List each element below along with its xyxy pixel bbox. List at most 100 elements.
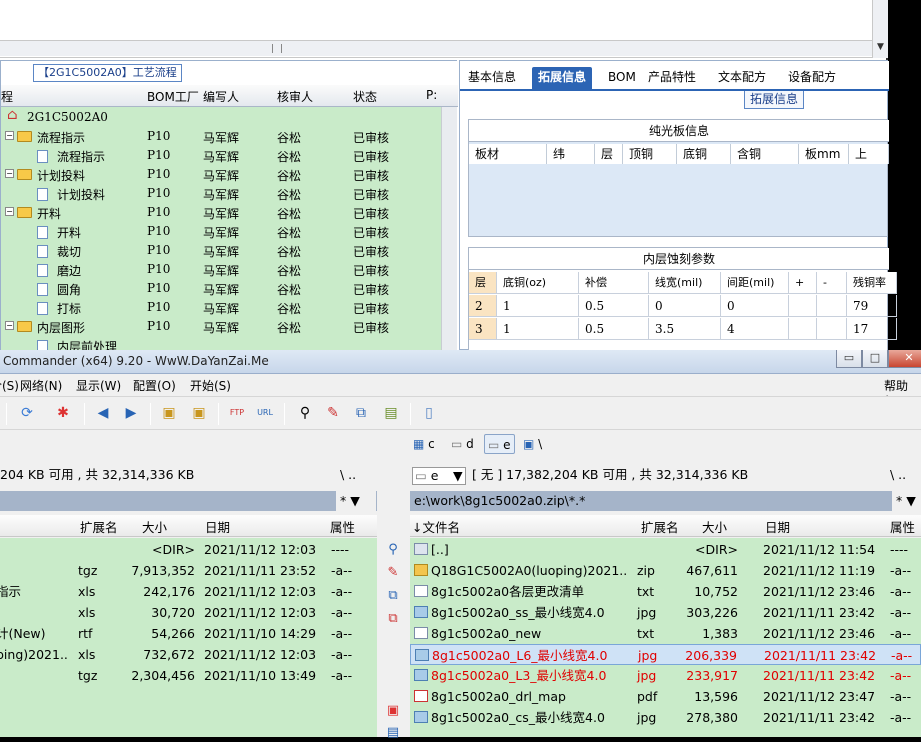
pack-files-icon[interactable]: ▣ bbox=[384, 702, 402, 720]
board-col-header[interactable]: 含铜 bbox=[731, 144, 799, 164]
board-col-header[interactable]: 板材 bbox=[469, 144, 547, 164]
right-root-parent[interactable]: \ .. bbox=[890, 464, 906, 486]
board-col-header[interactable]: 纬 bbox=[547, 144, 595, 164]
etch-cell[interactable]: 1 bbox=[497, 295, 579, 317]
etch-col-header[interactable]: + bbox=[789, 272, 817, 294]
left-col-size[interactable]: 大小 bbox=[142, 517, 167, 536]
notepad-icon[interactable]: ▯ bbox=[420, 404, 438, 422]
right-path-bar[interactable]: e:\work\8g1c5002a0.zip\*.* * ▼ bbox=[410, 491, 921, 511]
maximize-button[interactable]: □ bbox=[862, 350, 888, 368]
etch-col-header[interactable]: 底铜(oz) bbox=[497, 272, 579, 294]
copy-names-icon[interactable]: ▤ bbox=[382, 404, 400, 422]
right-col-attr[interactable]: 属性 bbox=[890, 517, 915, 536]
board-col-header[interactable]: 底铜 bbox=[677, 144, 731, 164]
tree-vertical-scrollbar[interactable] bbox=[441, 107, 457, 351]
menu-config[interactable]: 配置(O) bbox=[133, 377, 176, 394]
left-file-row[interactable]: xls 30,720 2021/11/12 12:03 -a-- bbox=[0, 602, 377, 623]
etch-col-header[interactable]: 补偿 bbox=[579, 272, 649, 294]
right-drive-dropdown[interactable]: ▭ e ▼ bbox=[412, 467, 466, 485]
tab-0[interactable]: 基本信息 bbox=[462, 67, 522, 91]
etch-cell[interactable] bbox=[789, 318, 817, 340]
tab-1[interactable]: 拓展信息 bbox=[532, 67, 593, 91]
left-file-row[interactable]: ping)2021.. xls 732,672 2021/11/12 12:03 -a-… bbox=[0, 644, 377, 665]
tab-4[interactable]: 文本配方 bbox=[712, 67, 772, 91]
left-col-ext[interactable]: 扩展名 bbox=[80, 517, 118, 536]
right-col-name[interactable]: ↓文件名 bbox=[412, 517, 460, 536]
sync-dirs-icon[interactable]: ⧉ bbox=[352, 404, 370, 422]
menu-show[interactable]: 显示(W) bbox=[76, 377, 121, 394]
select-files-icon[interactable]: ✱ bbox=[54, 404, 72, 422]
board-col-header[interactable]: 上 bbox=[849, 144, 889, 164]
etch-col-header[interactable]: 间距(mil) bbox=[721, 272, 789, 294]
etch-cell[interactable]: 3 bbox=[469, 318, 497, 340]
tree-row[interactable]: − 内层图形 P10 马军辉 谷松 已审核 bbox=[1, 317, 441, 336]
left-file-row[interactable]: tgz 2,304,456 2021/11/10 13:49 -a-- bbox=[0, 665, 377, 686]
left-file-row[interactable]: tgz 7,913,352 2021/11/11 23:52 -a-- bbox=[0, 560, 377, 581]
drive-c-button[interactable]: ▦ c bbox=[410, 434, 438, 454]
right-col-size[interactable]: 大小 bbox=[702, 517, 727, 536]
right-col-ext[interactable]: 扩展名 bbox=[641, 517, 679, 536]
tree-row[interactable]: 计划投料 P10 马军辉 谷松 已审核 bbox=[1, 184, 441, 203]
left-file-row[interactable]: 计(New) rtf 54,266 2021/11/10 14:29 -a-- bbox=[0, 623, 377, 644]
etch-cell[interactable] bbox=[817, 295, 847, 317]
etch-col-header[interactable]: 线宽(mil) bbox=[649, 272, 721, 294]
right-file-row[interactable]: 8g1c5002a0_drl_map pdf 13,596 2021/11/12 23… bbox=[410, 686, 921, 707]
tree-row[interactable]: 磨边 P10 马军辉 谷松 已审核 bbox=[1, 260, 441, 279]
tree-col-bom[interactable]: BOM工厂 bbox=[147, 88, 199, 105]
close-button[interactable]: ✕ bbox=[888, 350, 921, 368]
etch-cell[interactable]: 4 bbox=[721, 318, 789, 340]
right-file-row[interactable]: 8g1c5002a0_L3_最小线宽4.0 jpg 233,917 2021/11/1… bbox=[410, 665, 921, 686]
tree-col-reviewer[interactable]: 核审人 bbox=[277, 88, 313, 105]
url-icon[interactable]: URL bbox=[256, 404, 274, 422]
right-file-row[interactable]: [..] <DIR> 2021/11/12 11:54 ---- bbox=[410, 539, 921, 560]
expand-collapse-icon[interactable]: − bbox=[5, 131, 14, 140]
board-col-header[interactable]: 顶铜 bbox=[623, 144, 677, 164]
minimize-button[interactable]: ▭ bbox=[836, 350, 862, 368]
multi-rename-icon[interactable]: ✎ bbox=[324, 404, 342, 422]
network-drive-button[interactable]: ▣ \ bbox=[520, 434, 545, 454]
edit-icon[interactable]: ✎ bbox=[384, 564, 402, 582]
left-filter[interactable]: * ▼ bbox=[336, 491, 376, 511]
tree-row[interactable]: 裁切 P10 马军辉 谷松 已审核 bbox=[1, 241, 441, 260]
expand-collapse-icon[interactable]: − bbox=[5, 207, 14, 216]
tree-row[interactable]: − 流程指示 P10 马军辉 谷松 已审核 bbox=[1, 127, 441, 146]
etch-col-header[interactable]: 层 bbox=[469, 272, 497, 294]
etch-cell[interactable]: 0 bbox=[649, 295, 721, 317]
tree-col-p[interactable]: P: bbox=[426, 88, 437, 102]
etch-cell[interactable]: 0.5 bbox=[579, 295, 649, 317]
right-file-row[interactable]: 8g1c5002a0_cs_最小线宽4.0 jpg 278,380 2021/11/1… bbox=[410, 707, 921, 728]
tree-row[interactable]: 开料 P10 马军辉 谷松 已审核 bbox=[1, 222, 441, 241]
unpack-icon[interactable]: ▣ bbox=[190, 404, 208, 422]
menu-commands[interactable]: 令(S) bbox=[0, 377, 19, 394]
right-file-row[interactable]: 8g1c5002a0各层更改清单 txt 10,752 2021/11/12 23:4… bbox=[410, 581, 921, 602]
tree-row[interactable]: − 开料 P10 马军辉 谷松 已审核 bbox=[1, 203, 441, 222]
etch-cell[interactable]: 0 bbox=[721, 295, 789, 317]
left-col-date[interactable]: 日期 bbox=[205, 517, 230, 536]
new-folder-icon[interactable]: ▤ bbox=[384, 724, 402, 742]
tab-2[interactable]: BOM bbox=[602, 67, 642, 91]
menu-network[interactable]: 网络(N) bbox=[20, 377, 62, 394]
etch-cell[interactable]: 79 bbox=[847, 295, 897, 317]
left-path-bar[interactable]: * ▼ bbox=[0, 491, 377, 511]
left-col-attr[interactable]: 属性 bbox=[330, 517, 355, 536]
etch-cell[interactable] bbox=[817, 318, 847, 340]
right-file-row[interactable]: 8g1c5002a0_ss_最小线宽4.0 jpg 303,226 2021/11/1… bbox=[410, 602, 921, 623]
etch-cell[interactable]: 3.5 bbox=[649, 318, 721, 340]
refresh-icon[interactable]: ⟳ bbox=[18, 404, 36, 422]
tree-col-author[interactable]: 编写人 bbox=[203, 88, 239, 105]
move-icon[interactable]: ⧉ bbox=[384, 610, 402, 628]
scroll-down-arrow-icon[interactable]: ▼ bbox=[877, 42, 884, 52]
expand-collapse-icon[interactable]: − bbox=[5, 321, 14, 330]
tree-row[interactable]: 圆角 P10 马军辉 谷松 已审核 bbox=[1, 279, 441, 298]
tab-3[interactable]: 产品特性 bbox=[642, 67, 702, 91]
etch-cell[interactable]: 2 bbox=[469, 295, 497, 317]
right-col-date[interactable]: 日期 bbox=[765, 517, 790, 536]
tree-row[interactable]: 打标 P10 马军辉 谷松 已审核 bbox=[1, 298, 441, 317]
horizontal-scrollbar[interactable] bbox=[0, 40, 872, 56]
etch-cell[interactable]: 17 bbox=[847, 318, 897, 340]
back-arrow-icon[interactable]: ◀ bbox=[94, 404, 112, 422]
tree-row[interactable]: − 计划投料 P10 马军辉 谷松 已审核 bbox=[1, 165, 441, 184]
right-file-row[interactable]: Q18G1C5002A0(luoping)2021.. zip 467,611 202… bbox=[410, 560, 921, 581]
drive-e-button[interactable]: ▭ e bbox=[484, 434, 515, 454]
etch-col-header[interactable]: 残铜率 bbox=[847, 272, 897, 294]
